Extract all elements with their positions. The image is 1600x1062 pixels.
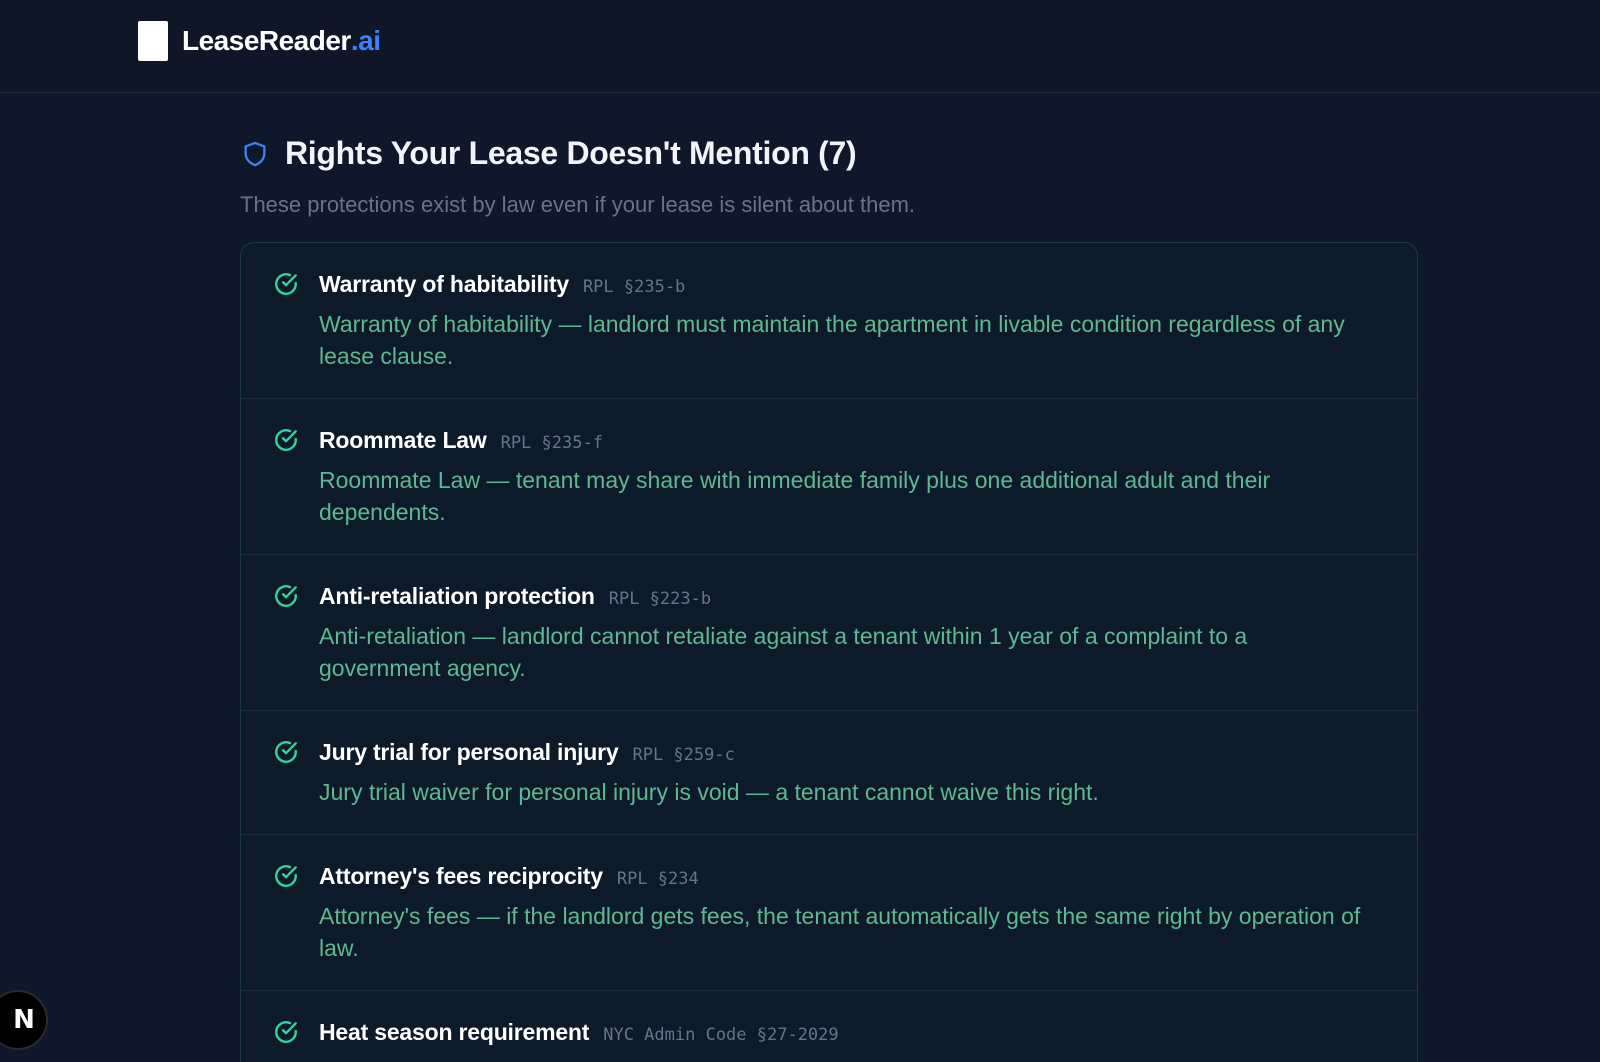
right-item: Roommate Law RPL §235-f Roommate Law — t…	[241, 399, 1417, 555]
check-circle-icon	[275, 429, 297, 451]
right-title: Jury trial for personal injury	[319, 739, 619, 765]
right-item: Jury trial for personal injury RPL §259-…	[241, 711, 1417, 835]
right-citation: RPL §259-c	[632, 745, 735, 765]
right-title: Anti-retaliation protection	[319, 583, 595, 609]
right-description: Attorney's fees — if the landlord gets f…	[319, 903, 1361, 961]
section-heading: Rights Your Lease Doesn't Mention (7)	[240, 135, 1418, 172]
right-description: Jury trial waiver for personal injury is…	[319, 779, 1099, 805]
dev-tools-badge-label: N	[13, 1005, 35, 1035]
right-title: Warranty of habitability	[319, 271, 569, 297]
section-title: Rights Your Lease Doesn't Mention (7)	[285, 135, 857, 171]
brand-logo-link[interactable]: LeaseReader .ai	[138, 21, 381, 61]
right-citation: RPL §235-f	[500, 433, 603, 453]
check-circle-icon	[275, 273, 297, 295]
section-subtitle: These protections exist by law even if y…	[240, 192, 916, 217]
right-citation: RPL §223-b	[608, 589, 712, 609]
right-title: Roommate Law	[319, 427, 487, 453]
right-title: Attorney's fees reciprocity	[319, 863, 603, 889]
right-description: Warranty of habitability — landlord must…	[319, 311, 1345, 369]
dev-tools-badge[interactable]: N	[0, 990, 48, 1050]
right-citation: NYC Admin Code §27-2029	[603, 1025, 839, 1045]
right-description: Anti-retaliation — landlord cannot retal…	[319, 623, 1248, 681]
right-citation: RPL §235-b	[582, 277, 686, 297]
right-item: Heat season requirement NYC Admin Code §…	[241, 991, 1417, 1062]
brand-tld: .ai	[350, 25, 381, 56]
check-circle-icon	[275, 741, 297, 763]
check-circle-icon	[275, 1021, 297, 1043]
right-citation: RPL §234	[616, 869, 699, 889]
check-circle-icon	[275, 865, 297, 887]
brand-name: LeaseReader	[182, 25, 351, 56]
document-icon	[138, 21, 168, 61]
right-item: Warranty of habitability RPL §235-b Warr…	[241, 243, 1417, 399]
right-item: Anti-retaliation protection RPL §223-b A…	[241, 555, 1417, 711]
rights-list: Warranty of habitability RPL §235-b Warr…	[240, 242, 1418, 1062]
main-content: Rights Your Lease Doesn't Mention (7) Th…	[240, 93, 1418, 1062]
top-header: LeaseReader .ai	[0, 0, 1600, 93]
check-circle-icon	[275, 585, 297, 607]
right-item: Attorney's fees reciprocity RPL §234 Att…	[241, 835, 1417, 991]
shield-icon	[244, 141, 266, 166]
right-description: Roommate Law — tenant may share with imm…	[319, 467, 1271, 525]
right-title: Heat season requirement	[319, 1019, 590, 1045]
